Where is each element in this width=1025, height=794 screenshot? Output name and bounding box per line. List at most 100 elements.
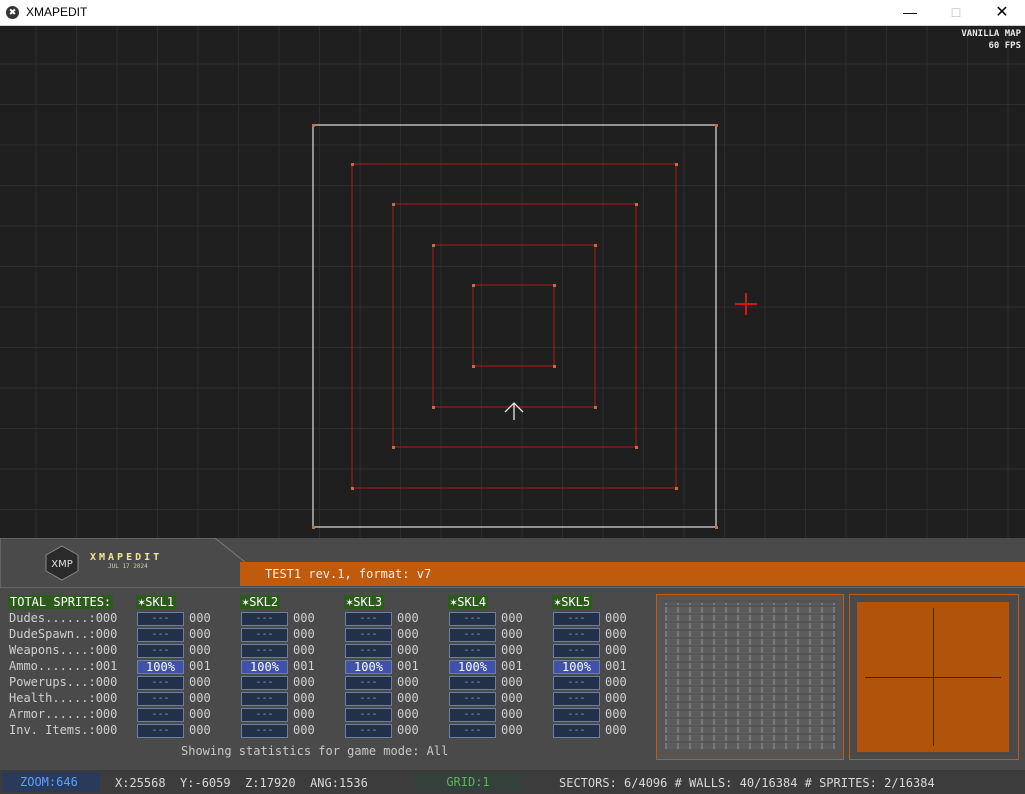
wall-texture-preview	[665, 603, 835, 751]
game-mode-label: Showing statistics for game mode: All	[181, 744, 449, 758]
skill-percent-cell: 100%	[553, 660, 600, 674]
player-start-arrow-icon[interactable]	[504, 402, 524, 420]
minimize-button[interactable]: —	[887, 0, 933, 25]
skill-count: 000	[189, 675, 211, 689]
skill-percent-cell: ---	[553, 628, 600, 642]
skill-header[interactable]: ✶SKL2	[240, 595, 281, 609]
skill-percent-cell: ---	[449, 708, 496, 722]
skill-percent-cell: ---	[241, 644, 288, 658]
skill-percent-cell: ---	[553, 692, 600, 706]
skill-count: 000	[605, 723, 627, 737]
skill-count: 000	[501, 611, 523, 625]
title-bar: ✖ XMAPEDIT — □ ✕	[0, 0, 1025, 26]
skill-percent-cell: ---	[345, 676, 392, 690]
grid-size-readout: GRID:1	[413, 772, 523, 792]
map-name: TEST1 rev.1, format: v7	[265, 567, 432, 581]
stat-row-label: Armor......:000	[9, 707, 118, 721]
skill-percent-cell: ---	[241, 692, 288, 706]
skill-count: 000	[293, 643, 315, 657]
skill-count: 000	[397, 643, 419, 657]
skill-count: 001	[397, 659, 419, 673]
skill-header[interactable]: ✶SKL4	[448, 595, 489, 609]
skill-percent-cell: 100%	[345, 660, 392, 674]
skill-header[interactable]: ✶SKL1	[136, 595, 177, 609]
status-bar: ZOOM:646 X:25568 Y:-6059 Z:17920 ANG:153…	[0, 770, 1025, 794]
sector-ring-4[interactable]	[472, 284, 555, 367]
floor-preview	[857, 602, 1009, 752]
skill-count: 000	[501, 691, 523, 705]
skill-percent-cell: ---	[449, 612, 496, 626]
texture-preview	[656, 594, 844, 760]
xmp-logo-icon: XMP	[45, 545, 79, 581]
skill-count: 000	[605, 643, 627, 657]
skill-percent-cell: ---	[241, 612, 288, 626]
skill-percent-cell: ---	[137, 612, 184, 626]
logo: XMP XMAPEDIT JUL 17 2024	[0, 538, 250, 586]
map-object-counts: SECTORS: 6/4096 # WALLS: 40/16384 # SPRI…	[559, 776, 935, 790]
skill-count: 000	[189, 723, 211, 737]
skill-percent-cell: ---	[553, 676, 600, 690]
skill-count: 000	[605, 691, 627, 705]
skill-count: 000	[189, 691, 211, 705]
skill-count: 000	[293, 675, 315, 689]
skill-count: 000	[397, 675, 419, 689]
skill-percent-cell: ---	[553, 708, 600, 722]
stat-row-label: Inv. Items.:000	[9, 723, 118, 737]
skill-percent-cell: ---	[345, 628, 392, 642]
stat-row-label: Health.....:000	[9, 691, 118, 705]
skill-percent-cell: ---	[137, 628, 184, 642]
skill-header[interactable]: ✶SKL3	[344, 595, 385, 609]
maximize-button[interactable]: □	[933, 0, 979, 25]
skill-percent-cell: ---	[137, 692, 184, 706]
fps-counter: 60 FPS	[988, 41, 1021, 51]
skill-percent-cell: ---	[137, 708, 184, 722]
brand-name: XMAPEDIT	[90, 552, 163, 563]
skill-count: 000	[293, 707, 315, 721]
skill-count: 000	[501, 707, 523, 721]
skill-percent-cell: ---	[553, 724, 600, 738]
vertex-points[interactable]	[312, 124, 718, 529]
skill-count: 000	[189, 643, 211, 657]
skill-percent-cell: ---	[449, 692, 496, 706]
skill-percent-cell: ---	[241, 628, 288, 642]
skill-count: 001	[293, 659, 315, 673]
total-sprites-header: TOTAL SPRITES:	[8, 595, 114, 609]
skill-count: 000	[397, 691, 419, 705]
skill-count: 000	[397, 723, 419, 737]
skill-percent-cell: ---	[137, 644, 184, 658]
skill-count: 001	[605, 659, 627, 673]
zoom-readout: ZOOM:646	[2, 772, 100, 792]
stat-row-label: DudeSpawn..:000	[9, 627, 118, 641]
cursor-coordinates: X:25568 Y:-6059 Z:17920 ANG:1536	[115, 776, 368, 790]
stat-row-label: Dudes......:000	[9, 611, 118, 625]
skill-percent-cell: ---	[241, 708, 288, 722]
skill-percent-cell: ---	[449, 628, 496, 642]
skill-count: 000	[605, 627, 627, 641]
close-button[interactable]: ✕	[979, 0, 1025, 25]
brand-date: JUL 17 2024	[108, 563, 148, 570]
skill-percent-cell: ---	[241, 724, 288, 738]
skill-count: 000	[397, 611, 419, 625]
sector-ring-1[interactable]	[351, 163, 677, 489]
outer-sector[interactable]	[312, 124, 717, 528]
skill-percent-cell: ---	[345, 644, 392, 658]
skill-count: 000	[293, 611, 315, 625]
skill-percent-cell: ---	[345, 724, 392, 738]
skill-count: 000	[189, 627, 211, 641]
map-viewport-2d[interactable]: VANILLA MAP 60 FPS	[0, 26, 1025, 561]
svg-text:XMP: XMP	[51, 559, 73, 570]
xmapedit-app-icon: ✖	[6, 6, 19, 19]
skill-percent-cell: ---	[553, 612, 600, 626]
skill-header[interactable]: ✶SKL5	[552, 595, 593, 609]
sector-preview	[849, 594, 1019, 760]
skill-percent-cell: ---	[137, 676, 184, 690]
skill-percent-cell: 100%	[241, 660, 288, 674]
skill-count: 000	[605, 675, 627, 689]
skill-percent-cell: ---	[345, 708, 392, 722]
skill-count: 001	[189, 659, 211, 673]
sector-ring-3[interactable]	[432, 244, 596, 408]
window-title: XMAPEDIT	[26, 5, 88, 19]
skill-count: 000	[293, 723, 315, 737]
stat-row-label: Weapons....:000	[9, 643, 118, 657]
map-geometry[interactable]	[0, 26, 1025, 561]
